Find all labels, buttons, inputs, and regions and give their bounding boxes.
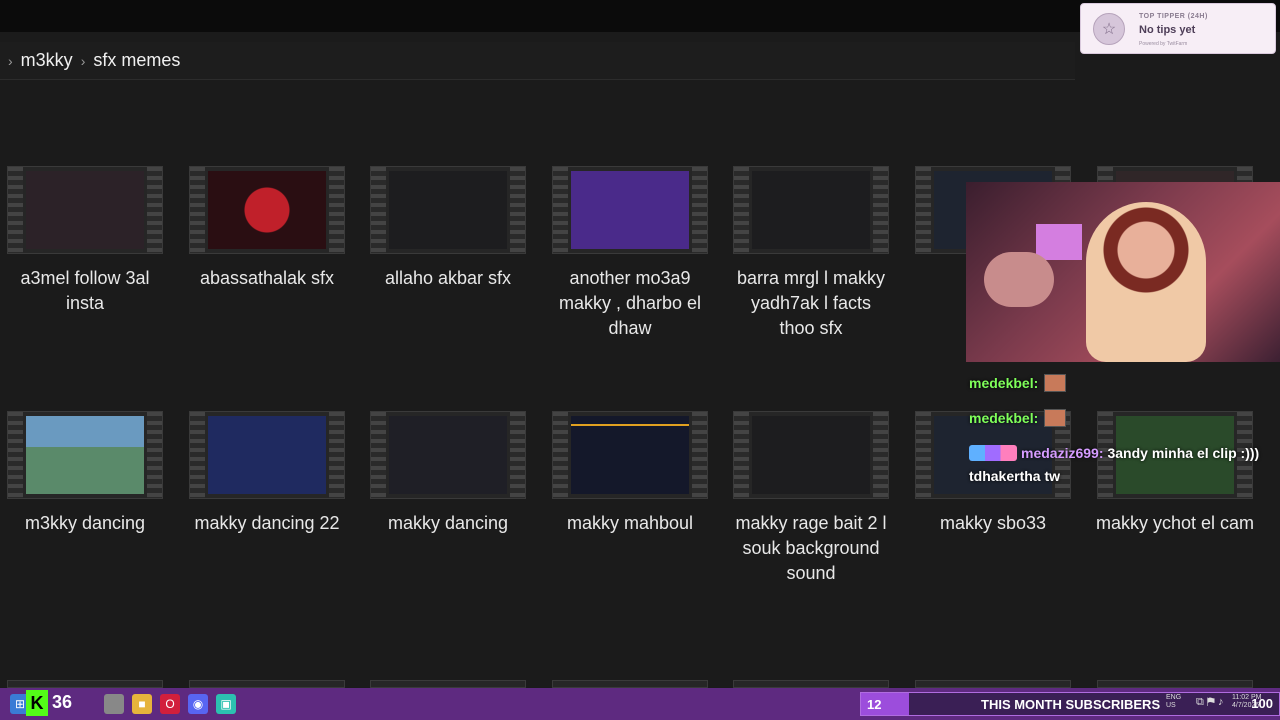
video-thumbnail[interactable] [733, 166, 889, 254]
lang-code: ENG [1166, 694, 1182, 701]
badges-icon [969, 445, 1017, 461]
chat-username: medekbel: [969, 375, 1039, 391]
file-name: allaho akbar sfx [384, 268, 512, 288]
clock-date: 4/7/2026 [1232, 702, 1260, 709]
video-thumbnail[interactable] [1097, 680, 1253, 688]
chevron-right-icon: › [8, 52, 13, 69]
file-item[interactable] [187, 680, 347, 688]
streamer [1086, 202, 1206, 362]
app-icon[interactable]: ▣ [216, 694, 236, 714]
file-item[interactable]: allaho akbar sfx [368, 166, 528, 291]
file-name: makky mahboul [566, 513, 694, 533]
system-tray-icons[interactable]: ⧉ ⚑ ♪ [1196, 696, 1223, 709]
video-thumbnail[interactable] [915, 680, 1071, 688]
video-thumbnail[interactable] [370, 680, 526, 688]
video-thumbnail[interactable] [733, 411, 889, 499]
lang-region: US [1166, 702, 1176, 709]
chat-message: medekbel: [966, 405, 1280, 431]
file-name: makky sbo33 [939, 513, 1047, 533]
language-indicator[interactable]: ENG US [1166, 694, 1181, 710]
chat-text: 3andy minha el clip :))) [1107, 445, 1260, 461]
breadcrumb-item-m3kky[interactable]: m3kky [21, 50, 73, 71]
emote-icon [1044, 409, 1067, 427]
decor-lamp [1036, 224, 1082, 260]
folder-icon[interactable]: ■ [132, 694, 152, 714]
clock[interactable]: 11:02 PM 4/7/2026 [1232, 694, 1261, 710]
video-thumbnail[interactable] [189, 166, 345, 254]
file-item[interactable]: abassathalak sfx [187, 166, 347, 291]
file-item[interactable]: barra mrgl l makky yadh7ak l facts thoo … [731, 166, 891, 341]
file-item[interactable] [550, 680, 710, 688]
file-item[interactable] [368, 680, 528, 688]
file-item[interactable]: makky dancing [368, 411, 528, 536]
video-thumbnail[interactable] [7, 166, 163, 254]
opera-icon[interactable]: O [160, 694, 180, 714]
task-view-icon[interactable] [104, 694, 124, 714]
viewer-count: 36 [52, 692, 73, 712]
file-name: makky ychot el cam [1095, 513, 1255, 533]
discord-icon[interactable]: ◉ [188, 694, 208, 714]
file-item[interactable] [5, 680, 165, 688]
file-item[interactable]: m3kky dancing [5, 411, 165, 536]
video-thumbnail[interactable] [552, 166, 708, 254]
chat-message: medaziz699: 3andy minha el clip :))) [966, 440, 1280, 466]
chat-message: medekbel: [966, 370, 1280, 396]
tipper-title: TOP TIPPER (24H) [1139, 13, 1208, 20]
video-thumbnail[interactable] [552, 411, 708, 499]
top-tipper-widget: ☆ TOP TIPPER (24H) No tips yet Powered b… [1080, 3, 1276, 54]
viewers-spacer [80, 694, 100, 714]
file-item[interactable]: a3mel follow 3al insta [5, 166, 165, 316]
subscriber-label: THIS MONTH SUBSCRIBERS [981, 696, 1161, 712]
kick-icon: K [26, 690, 48, 716]
file-item[interactable] [913, 680, 1073, 688]
chevron-right-icon: › [80, 52, 86, 69]
file-name: makky rage bait 2 l souk background soun… [735, 513, 887, 583]
star-icon: ☆ [1093, 13, 1125, 45]
file-item[interactable]: makky dancing 22 [187, 411, 347, 536]
file-item[interactable]: makky mahboul [550, 411, 710, 536]
clock-time: 11:02 PM [1232, 694, 1262, 701]
breadcrumb-item-sfx-memes[interactable]: sfx memes [93, 50, 180, 71]
webcam-overlay [966, 182, 1280, 362]
video-thumbnail[interactable] [370, 411, 526, 499]
tipper-message: No tips yet [1139, 24, 1196, 36]
video-thumbnail[interactable] [189, 411, 345, 499]
file-name: barra mrgl l makky yadh7ak l facts thoo … [736, 268, 886, 338]
emote-icon [1044, 374, 1067, 392]
file-name: makky dancing 22 [194, 513, 340, 533]
file-name: m3kky dancing [24, 513, 146, 533]
chat-username: medaziz699: [1021, 445, 1104, 461]
file-name: makky dancing [387, 513, 509, 533]
video-thumbnail[interactable] [189, 680, 345, 688]
video-thumbnail[interactable] [370, 166, 526, 254]
breadcrumb: › m3kky › sfx memes [0, 42, 1075, 80]
file-item[interactable] [1095, 680, 1255, 688]
video-thumbnail[interactable] [733, 680, 889, 688]
file-item[interactable]: another mo3a9 makky , dharbo el dhaw [550, 166, 710, 341]
subscriber-count: 12 [861, 693, 909, 715]
chat-text-wrap: tdhakertha tw [969, 468, 1061, 484]
chat-username: medekbel: [969, 410, 1039, 426]
file-name: a3mel follow 3al insta [20, 268, 150, 313]
file-name: another mo3a9 makky , dharbo el dhaw [558, 268, 702, 338]
video-thumbnail[interactable] [552, 680, 708, 688]
video-thumbnail[interactable] [7, 411, 163, 499]
video-thumbnail[interactable] [7, 680, 163, 688]
file-name: abassathalak sfx [199, 268, 335, 288]
file-item[interactable]: makky rage bait 2 l souk background soun… [731, 411, 891, 586]
chat-overlay: medekbel: medekbel: medaziz699: 3andy mi… [966, 370, 1280, 495]
file-item[interactable] [731, 680, 891, 688]
tipper-powered: Powered by TwitFarm [1139, 41, 1188, 47]
decor-plush [984, 252, 1054, 307]
